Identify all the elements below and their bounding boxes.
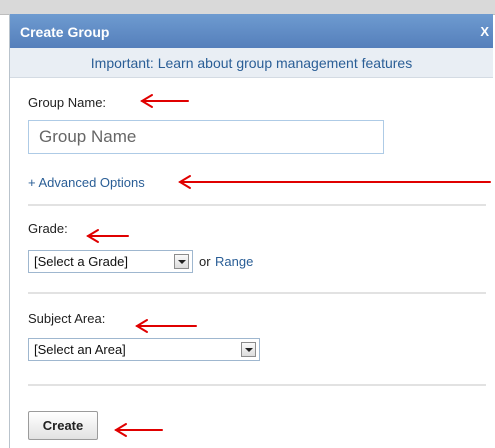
dialog-title: Create Group (20, 24, 110, 40)
subject-area-select-value: [Select an Area] (34, 342, 126, 357)
divider (28, 292, 486, 294)
chevron-down-icon[interactable] (174, 254, 189, 269)
divider (28, 384, 486, 386)
grade-select[interactable]: [Select a Grade] (28, 250, 193, 273)
or-text: or (199, 254, 211, 269)
grade-select-value: [Select a Grade] (34, 254, 128, 269)
dialog-titlebar: Create Group X (10, 14, 493, 48)
grade-label: Grade: (28, 221, 68, 236)
group-name-input[interactable] (28, 120, 384, 154)
group-management-link[interactable]: Important: Learn about group management … (91, 55, 412, 71)
chevron-down-icon[interactable] (241, 342, 256, 357)
background-window (0, 0, 495, 15)
advanced-options-link[interactable]: + Advanced Options (28, 175, 145, 190)
subject-area-select[interactable]: [Select an Area] (28, 338, 260, 361)
create-button[interactable]: Create (28, 411, 98, 440)
range-link[interactable]: Range (215, 254, 253, 269)
notice-bar: Important: Learn about group management … (10, 48, 493, 78)
create-group-dialog: Create Group X Important: Learn about gr… (9, 14, 493, 448)
group-name-label: Group Name: (28, 95, 107, 110)
divider (28, 204, 486, 206)
subject-area-label: Subject Area: (28, 311, 106, 326)
close-icon[interactable]: X (480, 24, 489, 39)
